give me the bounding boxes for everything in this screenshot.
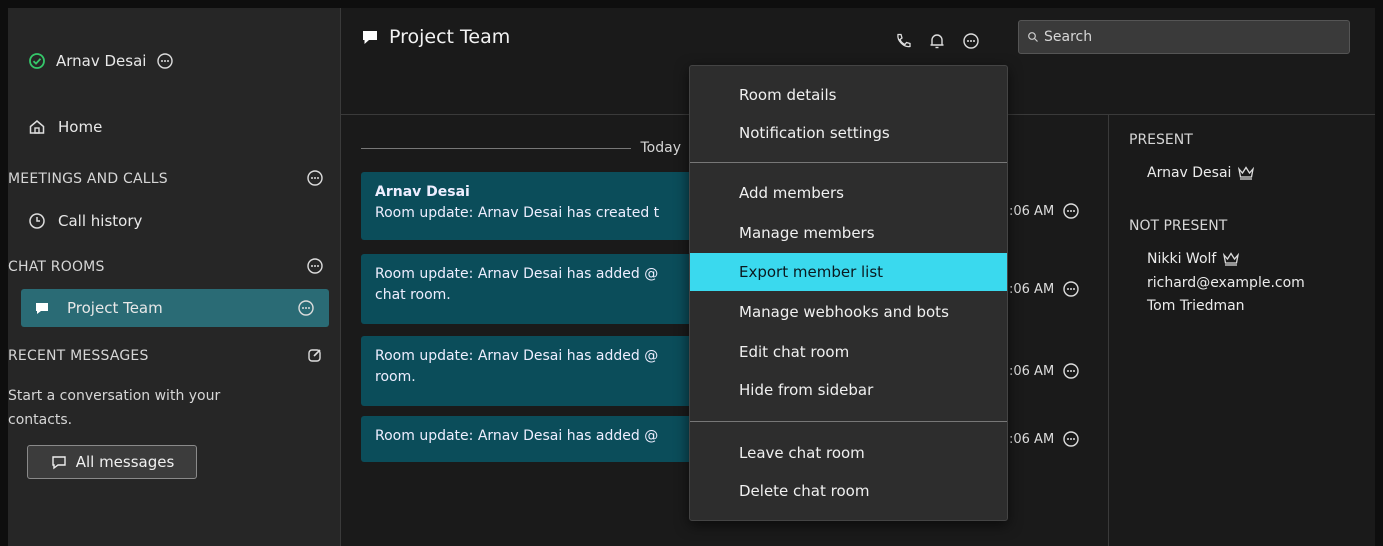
message-time: :06 AM <box>1009 203 1055 219</box>
member-item[interactable]: Tom Triedman <box>1147 298 1245 314</box>
menu-item-leave-chat-room[interactable]: Leave chat room <box>690 434 1007 472</box>
message-more-icon[interactable] <box>1062 362 1080 380</box>
message-text: Room update: Arnav Desai has added @ <box>375 428 659 444</box>
all-messages-label: All messages <box>75 453 175 471</box>
crown-icon <box>1237 164 1255 182</box>
sidebar-item-label: Project Team <box>67 299 163 317</box>
present-heading: PRESENT <box>1129 132 1193 148</box>
menu-item-add-members[interactable]: Add members <box>690 174 1007 212</box>
room-more-icon[interactable] <box>297 299 315 317</box>
meetings-more-icon[interactable] <box>306 169 324 187</box>
recent-heading-label: RECENT MESSAGES <box>8 348 149 364</box>
menu-item-hide-from-sidebar[interactable]: Hide from sidebar <box>690 371 1007 409</box>
message-text-line2: chat room. <box>375 287 451 303</box>
member-item[interactable]: Nikki Wolf <box>1147 250 1240 268</box>
message-time: :06 AM <box>1009 431 1055 447</box>
chat-rooms-more-icon[interactable] <box>306 257 324 275</box>
message-time: :06 AM <box>1009 363 1055 379</box>
user-status[interactable]: Arnav Desai <box>28 52 174 70</box>
message-bubble[interactable]: Arnav Desai Room update: Arnav Desai has… <box>361 172 701 240</box>
menu-item-manage-webhooks[interactable]: Manage webhooks and bots <box>690 293 1007 331</box>
menu-divider <box>690 162 1007 163</box>
phone-icon[interactable] <box>894 32 912 50</box>
message-time: :06 AM <box>1009 281 1055 297</box>
room-options-menu: Room details Notification settings Add m… <box>689 65 1008 521</box>
message-time-row: :06 AM <box>1009 202 1080 220</box>
message-more-icon[interactable] <box>1062 280 1080 298</box>
header-actions <box>894 32 980 50</box>
menu-item-notification-settings[interactable]: Notification settings <box>690 114 1007 152</box>
message-text-line2: room. <box>375 369 416 385</box>
compose-icon[interactable] <box>306 346 324 364</box>
menu-item-delete-chat-room[interactable]: Delete chat room <box>690 472 1007 510</box>
chat-rooms-heading-label: CHAT ROOMS <box>8 259 105 275</box>
sidebar-item-call-history[interactable]: Call history <box>28 212 142 230</box>
member-name: Arnav Desai <box>1147 165 1232 181</box>
home-icon <box>28 118 46 136</box>
page-title: Project Team <box>361 26 510 48</box>
not-present-heading: NOT PRESENT <box>1129 218 1228 234</box>
search-placeholder: Search <box>1044 29 1093 45</box>
all-messages-button[interactable]: All messages <box>27 445 197 479</box>
crown-icon <box>1222 250 1240 268</box>
message-bubble[interactable]: Room update: Arnav Desai has added @ cha… <box>361 254 701 324</box>
member-name: Nikki Wolf <box>1147 251 1217 267</box>
day-label: Today <box>640 140 682 156</box>
message-more-icon[interactable] <box>1062 202 1080 220</box>
message-more-icon[interactable] <box>1062 430 1080 448</box>
menu-divider <box>690 421 1007 422</box>
message-time-row: :06 AM <box>1009 430 1080 448</box>
message-text: Room update: Arnav Desai has added @ <box>375 266 659 282</box>
menu-item-room-details[interactable]: Room details <box>690 76 1007 114</box>
message-author: Arnav Desai <box>375 184 470 200</box>
messages-icon <box>50 453 68 471</box>
user-name: Arnav Desai <box>56 52 147 70</box>
member-name: richard@example.com <box>1147 275 1305 291</box>
day-divider: Today <box>361 140 681 156</box>
menu-item-manage-members[interactable]: Manage members <box>690 214 1007 252</box>
sidebar-item-home[interactable]: Home <box>28 118 102 136</box>
meetings-heading-label: MEETINGS AND CALLS <box>8 171 168 187</box>
member-item[interactable]: richard@example.com <box>1147 275 1305 291</box>
message-text: Room update: Arnav Desai has created t <box>375 205 660 221</box>
sidebar: Arnav Desai Home MEETINGS AND CALLS Call… <box>8 8 341 546</box>
app-window: Arnav Desai Home MEETINGS AND CALLS Call… <box>8 8 1375 546</box>
message-bubble[interactable]: Room update: Arnav Desai has added @ roo… <box>361 336 701 406</box>
message-text: Room update: Arnav Desai has added @ <box>375 348 659 364</box>
room-title-text: Project Team <box>389 26 511 48</box>
member-name: Tom Triedman <box>1147 298 1245 314</box>
chat-bubble-icon <box>33 299 51 317</box>
search-icon <box>1027 31 1039 43</box>
menu-item-export-member-list[interactable]: Export member list <box>690 253 1007 291</box>
online-status-icon <box>28 52 46 70</box>
message-time-row: :06 AM <box>1009 280 1080 298</box>
chat-bubble-icon <box>361 28 379 46</box>
clock-icon <box>28 212 46 230</box>
bell-icon[interactable] <box>928 32 946 50</box>
recent-empty-text: Start a conversation with your contacts. <box>8 388 221 428</box>
message-time-row: :06 AM <box>1009 362 1080 380</box>
user-more-icon[interactable] <box>156 52 174 70</box>
members-panel: PRESENT Arnav Desai NOT PRESENT Nikki Wo… <box>1108 114 1376 546</box>
message-bubble[interactable]: Room update: Arnav Desai has added @ <box>361 416 701 462</box>
more-icon[interactable] <box>962 32 980 50</box>
search-input[interactable]: Search <box>1018 20 1350 54</box>
sidebar-item-label: Call history <box>58 212 143 230</box>
sidebar-item-project-team[interactable]: Project Team <box>21 289 329 327</box>
menu-item-edit-chat-room[interactable]: Edit chat room <box>690 333 1007 371</box>
sidebar-item-label: Home <box>58 118 103 136</box>
member-item[interactable]: Arnav Desai <box>1147 164 1255 182</box>
